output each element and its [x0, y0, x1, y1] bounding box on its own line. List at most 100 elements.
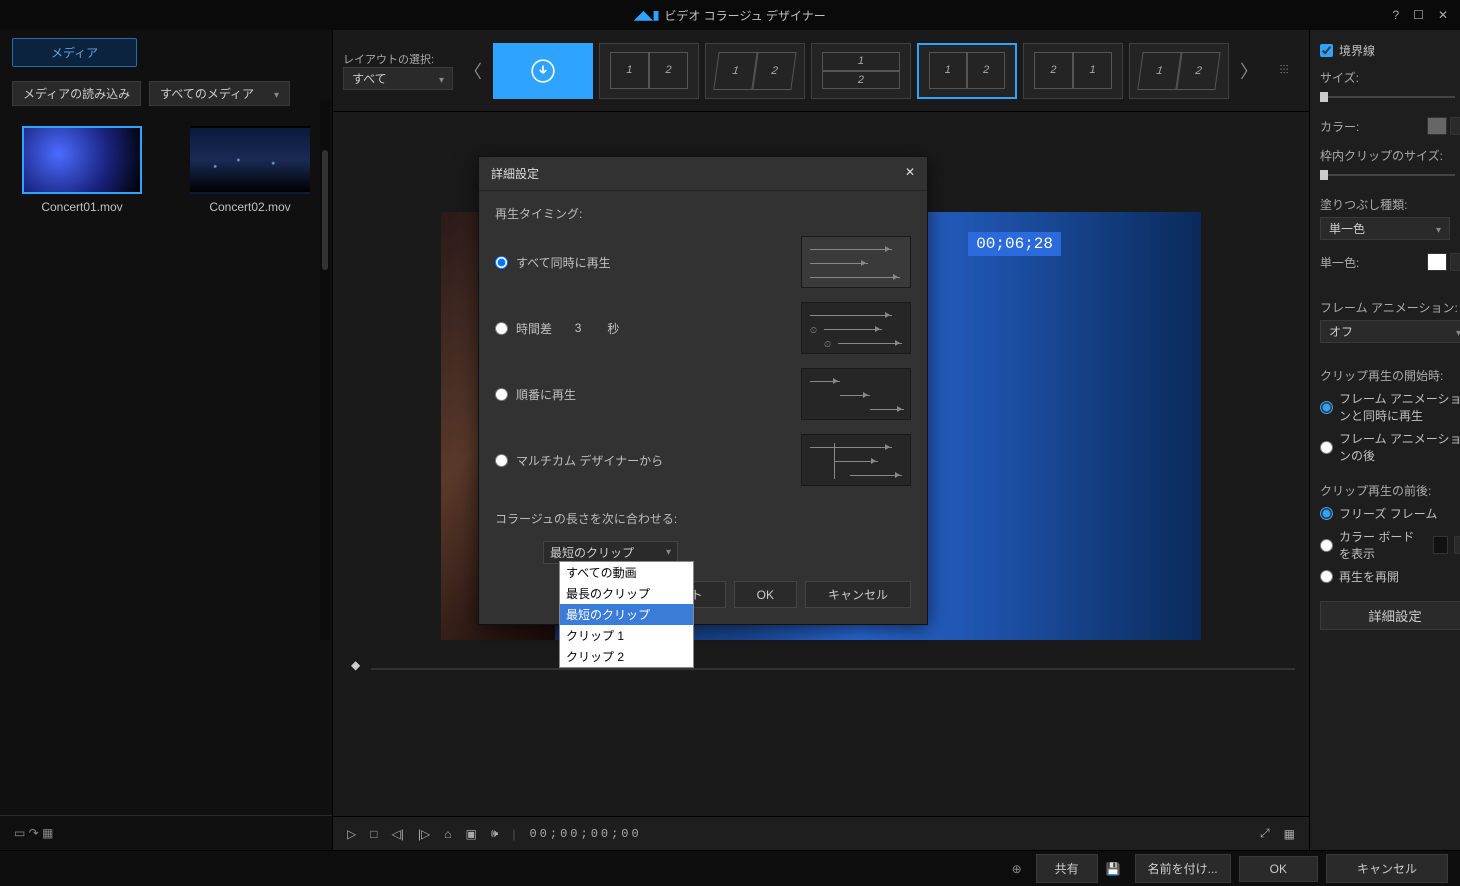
close-icon[interactable]: ✕ [1438, 8, 1448, 22]
layout-next-button[interactable]: 〉 [1235, 43, 1263, 99]
media-thumbnail[interactable] [22, 126, 142, 194]
timing-diagram-icon [801, 434, 911, 486]
combo-option[interactable]: クリップ 1 [560, 625, 693, 646]
advanced-settings-dialog: 詳細設定 ✕ 再生タイミング: すべて同時に再生 時間差 3 秒 ⏲ ⏲ [478, 156, 928, 625]
size-label: サイズ: [1320, 69, 1460, 86]
eyedropper-icon[interactable] [1450, 253, 1460, 271]
combo-option[interactable]: 最長のクリップ [560, 583, 693, 604]
help-icon[interactable]: ? [1392, 8, 1399, 22]
timing-section-label: 再生タイミング: [495, 205, 911, 222]
layout-grid-icon[interactable]: ⫶⫶⫶ [1269, 43, 1299, 99]
eyedropper-icon[interactable] [1450, 117, 1460, 135]
media-filename: Concert02.mov [180, 200, 320, 214]
media-filename: Concert01.mov [12, 200, 152, 214]
globe-icon[interactable]: ⊕ [1012, 862, 1022, 876]
tab-media[interactable]: メディア [12, 38, 137, 67]
media-filter-dropdown[interactable]: すべてのメディア [149, 81, 290, 106]
undock-icon[interactable]: ⤢ [1260, 826, 1270, 841]
layout-template[interactable]: 12 [705, 43, 805, 99]
layout-template[interactable]: 12 [1129, 43, 1229, 99]
frame-anim-label: フレーム アニメーション: [1320, 299, 1460, 316]
loop-icon[interactable]: ▣ [465, 827, 476, 841]
quality-icon[interactable]: ▦ [1284, 827, 1295, 841]
stop-icon[interactable]: □ [370, 827, 377, 841]
app-logo-icon: ◢◣▮ [634, 8, 659, 22]
collage-length-options: すべての動画 最長のクリップ 最短のクリップ クリップ 1 クリップ 2 [559, 561, 694, 668]
layout-select-label: レイアウトの選択: [343, 51, 453, 67]
colorboard-swatch[interactable] [1433, 536, 1449, 554]
timing-diagram-icon [801, 236, 911, 288]
border-checkbox[interactable]: 境界線 [1320, 42, 1460, 59]
dialog-cancel-button[interactable]: キャンセル [805, 581, 911, 608]
timing-diagram-icon: ⏲ ⏲ [801, 302, 911, 354]
storyboard-toggle-icon[interactable]: ▭ ↷ ▦ [14, 826, 53, 840]
ok-button[interactable]: OK [1239, 856, 1318, 882]
combo-option[interactable]: 最短のクリップ [560, 604, 693, 625]
download-icon [530, 58, 556, 84]
clip-start-label: クリップ再生の開始時: [1320, 367, 1460, 384]
playback-controls: ▷ □ ◁| |▷ ⌂ ▣ 🕪 | 00;00;00;00 ⤢ ▦ [333, 816, 1309, 850]
clip-end-label: クリップ再生の前後: [1320, 482, 1460, 499]
layout-filter-dropdown[interactable]: すべて [343, 67, 453, 90]
play-all-radio[interactable]: すべて同時に再生 [495, 254, 665, 271]
next-frame-icon[interactable]: |▷ [418, 827, 430, 841]
color-board-radio[interactable]: カラー ボードを表示 [1320, 528, 1460, 562]
properties-panel: 境界線 サイズ: 0 カラー: 枠内クリップのサイズ: 0 塗りつぶし種類: 単… [1309, 30, 1460, 850]
inner-size-label: 枠内クリップのサイズ: [1320, 147, 1460, 164]
playback-timecode: 00;00;00;00 [529, 827, 641, 841]
color-label: カラー: [1320, 118, 1359, 135]
prev-frame-icon[interactable]: ◁| [391, 827, 403, 841]
app-title: ビデオ コラージュ デザイナー [664, 7, 825, 24]
layout-bar: レイアウトの選択: すべて 〈 12 12 12 12 21 12 〉 ⫶⫶⫶ [333, 30, 1309, 112]
border-color-swatch[interactable] [1427, 117, 1447, 135]
dialog-ok-button[interactable]: OK [734, 581, 797, 608]
start-with-anim-radio[interactable]: フレーム アニメーションと同時に再生 [1320, 390, 1460, 424]
resume-play-radio[interactable]: 再生を再開 [1320, 568, 1460, 585]
dialog-close-icon[interactable]: ✕ [905, 165, 915, 182]
fill-label: 塗りつぶし種類: [1320, 196, 1460, 213]
multicam-radio[interactable]: マルチカム デザイナーから [495, 452, 665, 469]
timing-diagram-icon [801, 368, 911, 420]
frame-anim-dropdown[interactable]: オフ [1320, 320, 1460, 343]
cancel-button[interactable]: キャンセル [1326, 854, 1448, 883]
advanced-settings-button[interactable]: 詳細設定 [1320, 601, 1460, 630]
media-item[interactable]: Concert02.mov [180, 126, 320, 214]
play-icon[interactable]: ▷ [347, 827, 356, 841]
combo-option[interactable]: クリップ 2 [560, 646, 693, 667]
import-media-button[interactable]: メディアの読み込み [12, 81, 141, 106]
fill-color-swatch[interactable] [1427, 253, 1447, 271]
save-icon[interactable]: 💾 [1106, 862, 1121, 876]
title-bar: ◢◣▮ ビデオ コラージュ デザイナー ? ☐ ✕ [0, 0, 1460, 30]
eyedropper-icon[interactable] [1454, 536, 1460, 554]
inner-size-slider[interactable]: 0 [1320, 168, 1460, 182]
layout-template[interactable]: 12 [599, 43, 699, 99]
layout-download-button[interactable] [493, 43, 593, 99]
share-button[interactable]: 共有 [1036, 854, 1098, 883]
footer-bar: ⊕ 共有 💾 名前を付け... OK キャンセル [0, 850, 1460, 886]
saveas-button[interactable]: 名前を付け... [1135, 854, 1231, 883]
size-slider[interactable]: 0 [1320, 90, 1460, 104]
media-thumbnail[interactable] [190, 126, 310, 194]
delay-radio[interactable]: 時間差 3 秒 [495, 320, 665, 337]
layout-template[interactable]: 21 [1023, 43, 1123, 99]
sequential-radio[interactable]: 順番に再生 [495, 386, 665, 403]
volume-icon[interactable]: 🕪 [491, 826, 499, 841]
maximize-icon[interactable]: ☐ [1413, 8, 1424, 22]
media-panel: メディア メディアの読み込み すべてのメディア Concert01.mov Co… [0, 30, 333, 850]
length-section-label: コラージュの長さを次に合わせる: [495, 510, 911, 527]
scrollbar[interactable] [320, 100, 330, 640]
start-after-anim-radio[interactable]: フレーム アニメーションの後 [1320, 430, 1460, 464]
fill-type-dropdown[interactable]: 単一色 [1320, 217, 1450, 240]
media-filter-label: すべてのメディア [160, 85, 254, 102]
media-item[interactable]: Concert01.mov [12, 126, 152, 214]
timeline-playhead-icon[interactable]: ◆ [351, 658, 360, 672]
layout-prev-button[interactable]: 〈 [459, 43, 487, 99]
layout-template[interactable]: 12 [811, 43, 911, 99]
snapshot-icon[interactable]: ⌂ [444, 827, 451, 841]
freeze-frame-radio[interactable]: フリーズ フレーム [1320, 505, 1460, 522]
single-color-label: 単一色: [1320, 254, 1359, 271]
layout-template[interactable]: 12 [917, 43, 1017, 99]
preview-timecode: 00;06;28 [968, 232, 1061, 256]
preview-timeline[interactable]: ◆ [347, 660, 1295, 678]
combo-option[interactable]: すべての動画 [560, 562, 693, 583]
